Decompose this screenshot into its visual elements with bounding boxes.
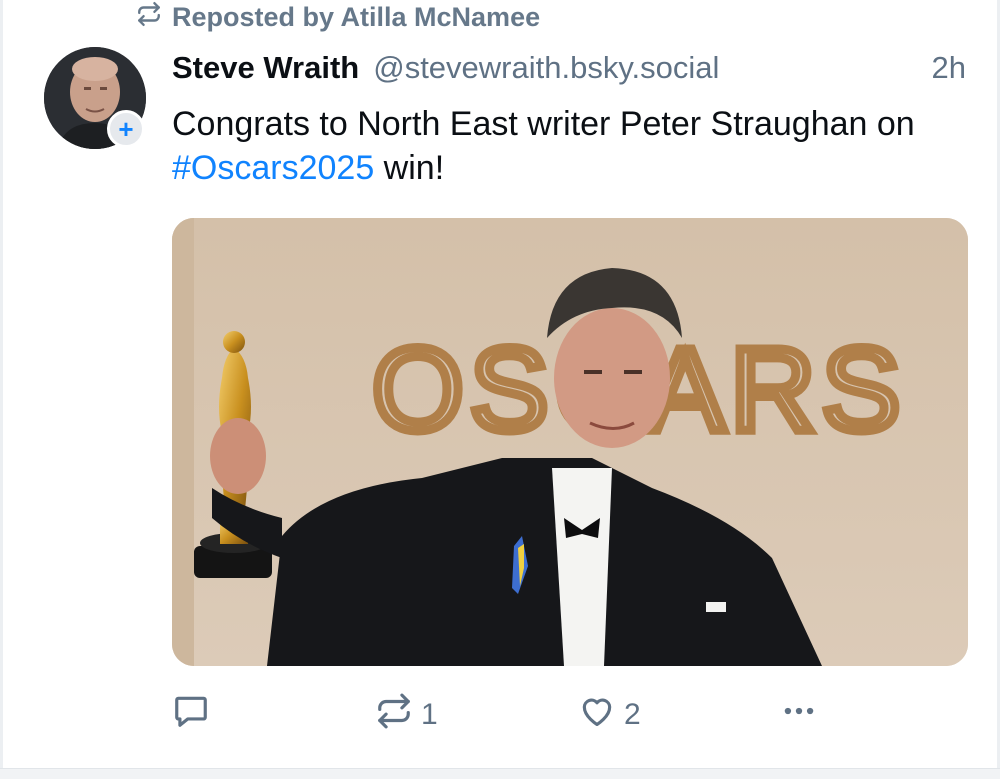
repost-icon (375, 692, 413, 738)
post-text-start: Congrats to North East writer Peter Stra… (172, 105, 915, 143)
repost-icon (136, 1, 162, 34)
like-count: 2 (624, 698, 641, 731)
repost-button[interactable]: 1 (375, 690, 438, 740)
author-name[interactable]: Steve Wraith (172, 50, 359, 86)
post-image[interactable]: OSCARS (172, 218, 968, 666)
follow-button[interactable]: + (107, 110, 145, 148)
post-text-end: win! (374, 149, 445, 187)
hashtag-link[interactable]: #Oscars2025 (172, 149, 374, 187)
post-time[interactable]: 2h (932, 50, 966, 86)
action-bar: 1 2 (0, 690, 1000, 740)
author-handle[interactable]: @stevewraith.bsky.social (373, 50, 719, 86)
repost-count: 1 (421, 698, 438, 731)
heart-icon (578, 692, 616, 738)
reply-button[interactable] (172, 690, 218, 740)
post-header: Steve Wraith @stevewraith.bsky.social 2h (172, 50, 972, 92)
like-button[interactable]: 2 (578, 690, 641, 740)
post-text: Congrats to North East writer Peter Stra… (172, 102, 972, 190)
repost-banner[interactable]: Reposted by Atilla McNamee (136, 0, 540, 34)
more-icon (780, 692, 818, 738)
reply-icon (172, 692, 210, 738)
more-options-button[interactable] (780, 690, 818, 740)
left-border (0, 0, 3, 779)
repost-banner-label: Reposted by Atilla McNamee (172, 1, 541, 32)
bottom-divider (0, 768, 1000, 779)
